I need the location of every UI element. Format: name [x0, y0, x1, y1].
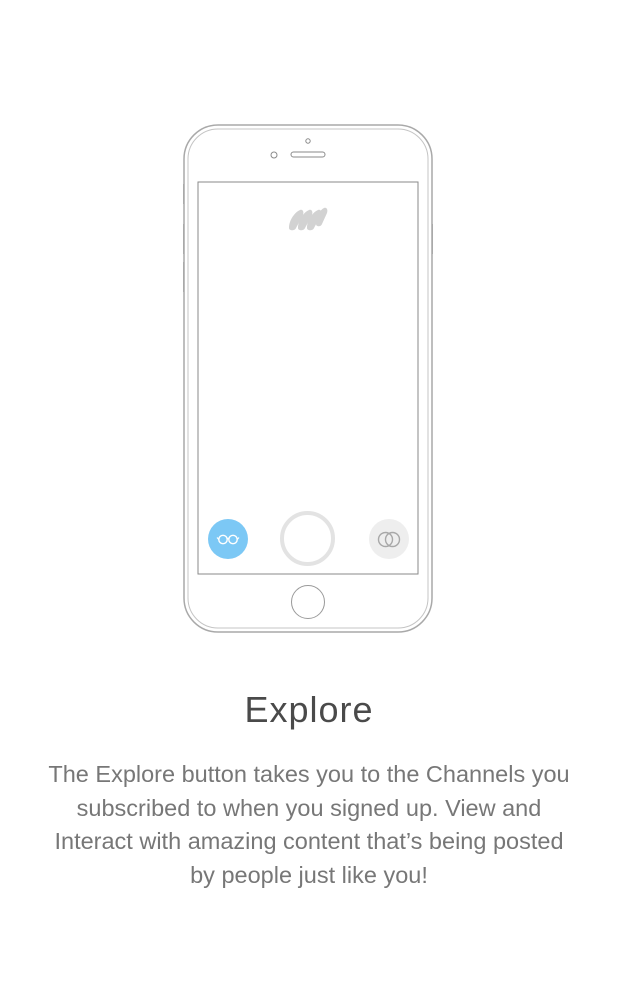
interlocking-rings-icon — [377, 531, 401, 548]
channels-button[interactable] — [369, 519, 409, 559]
capture-button[interactable] — [280, 511, 335, 566]
home-button[interactable] — [291, 585, 325, 619]
page-title: Explore — [244, 689, 374, 730]
glasses-icon — [216, 534, 240, 545]
explore-button[interactable] — [208, 519, 248, 559]
description-text: The Explore button takes you to the Chan… — [48, 761, 570, 888]
phone-illustration — [183, 124, 433, 633]
